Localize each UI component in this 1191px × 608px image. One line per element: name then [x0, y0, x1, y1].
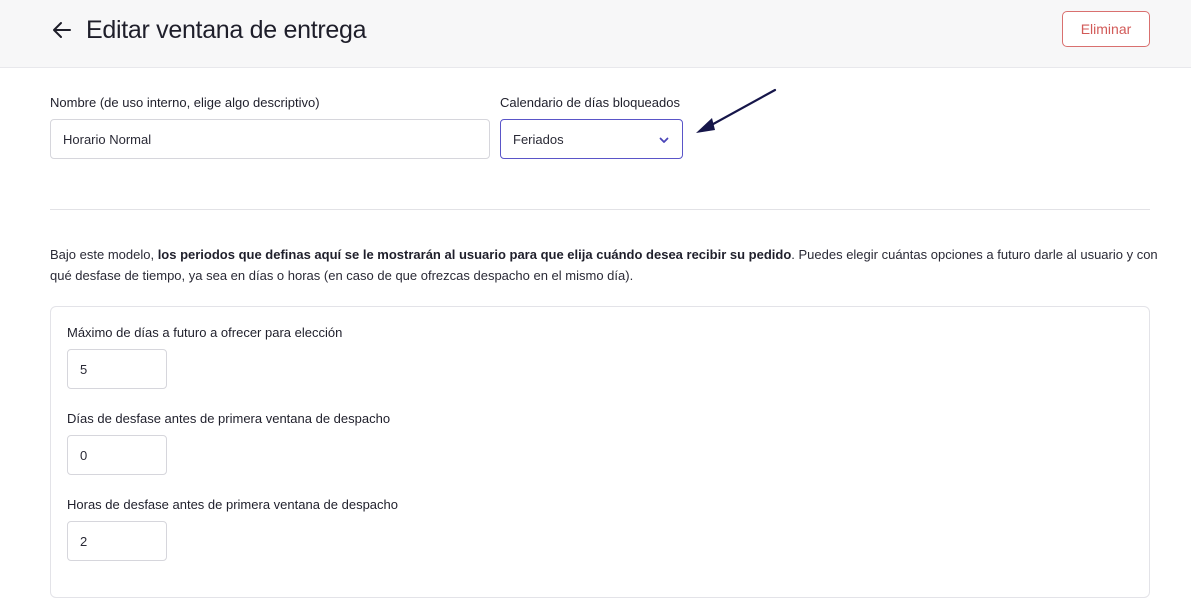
- annotation-arrow-icon: [696, 88, 777, 133]
- chevron-down-icon: [658, 134, 670, 146]
- name-field-label: Nombre (de uso interno, elige algo descr…: [50, 95, 320, 110]
- calendar-selected-value: Feriados: [513, 132, 564, 147]
- arrow-left-icon: [53, 22, 71, 38]
- offset-days-input[interactable]: [67, 435, 167, 475]
- offset-days-label: Días de desfase antes de primera ventana…: [67, 411, 391, 426]
- max-days-input[interactable]: [67, 349, 167, 389]
- description-bold: los periodos que definas aquí se le most…: [157, 247, 792, 262]
- model-description: Bajo este modelo, los periodos que defin…: [50, 244, 1160, 286]
- delete-button[interactable]: Eliminar: [1062, 11, 1150, 47]
- section-divider: [50, 209, 1150, 210]
- page-title: Editar ventana de entrega: [86, 16, 367, 44]
- calendar-select[interactable]: Feriados: [500, 119, 683, 159]
- name-input[interactable]: [50, 119, 490, 159]
- page-header: Editar ventana de entrega Eliminar: [0, 0, 1191, 68]
- offset-hours-label: Horas de desfase antes de primera ventan…: [67, 497, 398, 512]
- offset-hours-input[interactable]: [67, 521, 167, 561]
- max-days-label: Máximo de días a futuro a ofrecer para e…: [67, 325, 343, 340]
- calendar-field-label: Calendario de días bloqueados: [500, 95, 680, 110]
- settings-card: Máximo de días a futuro a ofrecer para e…: [50, 306, 1150, 598]
- back-button[interactable]: [50, 17, 76, 43]
- description-intro: Bajo este modelo,: [50, 247, 158, 262]
